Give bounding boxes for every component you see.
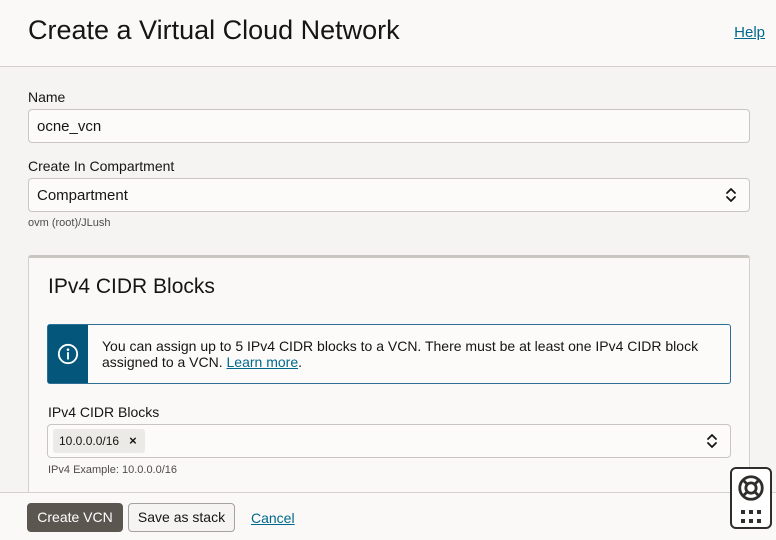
cidr-chip-label: 10.0.0.0/16 <box>59 434 120 448</box>
cidr-card-title: IPv4 CIDR Blocks <box>48 275 215 298</box>
info-message-end: . <box>298 354 302 370</box>
name-label: Name <box>28 89 66 105</box>
form-content: Name ocne_vcn Create In Compartment Comp… <box>0 67 776 492</box>
cidr-chip: 10.0.0.0/16 × <box>53 429 145 453</box>
compartment-hint: ovm (root)/JLush <box>28 217 111 229</box>
info-banner-stripe <box>48 325 88 383</box>
cidr-blocks-input[interactable]: 10.0.0.0/16 × <box>47 424 731 458</box>
grid-icon <box>741 510 761 523</box>
cancel-link[interactable]: Cancel <box>251 510 295 526</box>
info-banner-text: You can assign up to 5 IPv4 CIDR blocks … <box>102 338 722 370</box>
compartment-select-value: Compartment <box>37 187 128 204</box>
help-widget[interactable] <box>730 467 772 529</box>
lifebuoy-icon <box>738 475 764 501</box>
compartment-label: Create In Compartment <box>28 158 175 174</box>
name-input[interactable]: ocne_vcn <box>28 109 750 143</box>
save-as-stack-button[interactable]: Save as stack <box>128 503 235 532</box>
info-message: You can assign up to 5 IPv4 CIDR blocks … <box>102 338 699 370</box>
chevron-up-down-icon <box>726 188 736 202</box>
info-banner: You can assign up to 5 IPv4 CIDR blocks … <box>47 324 731 384</box>
info-circle-icon <box>57 343 79 365</box>
page-title: Create a Virtual Cloud Network <box>28 15 400 45</box>
cidr-field-label: IPv4 CIDR Blocks <box>48 404 160 420</box>
chevron-up-down-icon[interactable] <box>706 432 718 450</box>
form-footer: Create VCN Save as stack Cancel <box>0 492 776 540</box>
learn-more-link[interactable]: Learn more <box>227 354 299 370</box>
close-icon[interactable]: × <box>129 433 137 448</box>
cidr-card: IPv4 CIDR Blocks You can assign up to 5 … <box>28 255 750 492</box>
help-link[interactable]: Help <box>734 24 765 41</box>
name-input-value: ocne_vcn <box>37 118 102 135</box>
page-header: Create a Virtual Cloud Network Help <box>0 0 776 67</box>
compartment-select[interactable]: Compartment <box>28 178 750 212</box>
create-vcn-button[interactable]: Create VCN <box>27 503 123 532</box>
cidr-example-hint: IPv4 Example: 10.0.0.0/16 <box>48 464 178 476</box>
